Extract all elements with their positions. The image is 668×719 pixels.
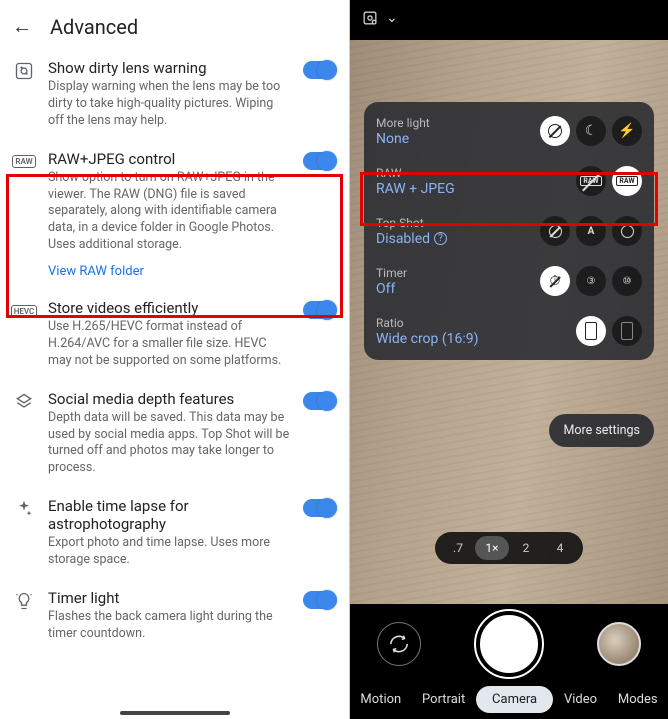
setting-timer-light[interactable]: Timer light Flashes the back camera ligh… bbox=[0, 579, 349, 653]
qp-value: None bbox=[376, 131, 430, 147]
camera-top-controls[interactable]: ⌄ bbox=[360, 8, 398, 28]
view-raw-folder-link[interactable]: View RAW folder bbox=[48, 264, 291, 279]
settings-gear-icon[interactable] bbox=[360, 8, 380, 28]
timer-light-icon bbox=[12, 589, 36, 613]
depth-icon bbox=[12, 390, 36, 414]
shutter-button[interactable] bbox=[476, 611, 542, 677]
qp-label: More light bbox=[376, 116, 430, 130]
qp-raw[interactable]: RAW RAW + JPEG RAW RAW bbox=[364, 156, 654, 206]
qp-value: Off bbox=[376, 281, 407, 297]
toggle-hevc[interactable] bbox=[303, 301, 337, 319]
qp-value: Wide crop (16:9) bbox=[376, 331, 479, 347]
setting-dirty-lens[interactable]: Show dirty lens warning Display warning … bbox=[0, 49, 349, 140]
raw-icon: RAW bbox=[12, 150, 36, 174]
zoom-0-7[interactable]: .7 bbox=[441, 536, 475, 560]
mode-modes[interactable]: Modes bbox=[608, 686, 668, 713]
raw-on-icon[interactable]: RAW bbox=[612, 166, 642, 196]
qp-label: Ratio bbox=[376, 316, 479, 330]
camera-pane: ⌄ More light None ☾ ⚡ RAW RAW + JPEG RAW… bbox=[350, 0, 668, 719]
qp-ratio[interactable]: Ratio Wide crop (16:9) bbox=[364, 306, 654, 356]
qp-timer[interactable]: Timer Off ⏱ ③ ⑩ bbox=[364, 256, 654, 306]
qp-label: Top Shot bbox=[376, 216, 447, 230]
mode-selector[interactable]: Motion Portrait Camera Video Modes bbox=[350, 686, 668, 713]
gesture-bar bbox=[120, 711, 230, 715]
qp-label: Timer bbox=[376, 266, 407, 280]
raw-off-icon[interactable]: RAW bbox=[576, 166, 606, 196]
setting-title: Social media depth features bbox=[48, 390, 291, 408]
toggle-dirty-lens[interactable] bbox=[303, 61, 337, 79]
night-sight-icon[interactable]: ☾ bbox=[576, 116, 606, 146]
toggle-raw-jpeg[interactable] bbox=[303, 152, 337, 170]
mode-video[interactable]: Video bbox=[554, 686, 607, 713]
timer-3s-icon[interactable]: ③ bbox=[576, 266, 606, 296]
toggle-astro[interactable] bbox=[303, 499, 337, 517]
setting-desc: Depth data will be saved. This data may … bbox=[48, 410, 291, 478]
back-arrow-icon[interactable]: ← bbox=[12, 14, 32, 39]
timer-off-icon[interactable]: ⏱ bbox=[540, 266, 570, 296]
sparkle-icon bbox=[12, 497, 36, 521]
setting-desc: Flashes the back camera light during the… bbox=[48, 609, 291, 643]
mode-portrait[interactable]: Portrait bbox=[412, 686, 475, 713]
ratio-wide-icon[interactable] bbox=[576, 316, 606, 346]
qp-value: RAW + JPEG bbox=[376, 181, 455, 197]
toggle-depth[interactable] bbox=[303, 392, 337, 410]
zoom-1x[interactable]: 1× bbox=[475, 536, 509, 560]
setting-desc: Display warning when the lens may be too… bbox=[48, 79, 291, 130]
setting-astro-timelapse[interactable]: Enable time lapse for astrophotography E… bbox=[0, 487, 349, 579]
page-title: Advanced bbox=[50, 15, 138, 39]
settings-pane: ← Advanced Show dirty lens warning Displ… bbox=[0, 0, 350, 719]
qp-top-shot[interactable]: Top Shot Disabled ? A bbox=[364, 206, 654, 256]
flash-icon[interactable]: ⚡ bbox=[612, 116, 642, 146]
settings-list: Show dirty lens warning Display warning … bbox=[0, 49, 349, 683]
mode-camera[interactable]: Camera bbox=[476, 686, 553, 713]
qp-label: RAW bbox=[376, 166, 455, 180]
setting-desc: Use H.265/HEVC format instead of H.264/A… bbox=[48, 319, 291, 370]
camera-controls bbox=[350, 611, 668, 677]
zoom-2x[interactable]: 2 bbox=[509, 536, 543, 560]
topshot-off-icon[interactable] bbox=[540, 216, 570, 246]
zoom-selector[interactable]: .7 1× 2 4 bbox=[435, 532, 583, 564]
setting-title: Store videos efficiently bbox=[48, 299, 291, 317]
dirty-lens-icon bbox=[12, 59, 36, 83]
settings-header: ← Advanced bbox=[0, 0, 349, 49]
qp-more-light[interactable]: More light None ☾ ⚡ bbox=[364, 106, 654, 156]
more-settings-button[interactable]: More settings bbox=[549, 414, 654, 447]
ratio-full-icon[interactable] bbox=[612, 316, 642, 346]
topshot-auto-icon[interactable]: A bbox=[576, 216, 606, 246]
zoom-4x[interactable]: 4 bbox=[543, 536, 577, 560]
setting-title: RAW+JPEG control bbox=[48, 150, 291, 168]
hevc-icon: HEVC bbox=[12, 299, 36, 323]
topshot-on-icon[interactable] bbox=[612, 216, 642, 246]
mode-motion[interactable]: Motion bbox=[350, 686, 411, 713]
none-icon[interactable] bbox=[540, 116, 570, 146]
setting-title: Show dirty lens warning bbox=[48, 59, 291, 77]
toggle-timer-light[interactable] bbox=[303, 591, 337, 609]
timer-10s-icon[interactable]: ⑩ bbox=[612, 266, 642, 296]
setting-hevc[interactable]: HEVC Store videos efficiently Use H.265/… bbox=[0, 289, 349, 380]
setting-raw-jpeg[interactable]: RAW RAW+JPEG control Show option to turn… bbox=[0, 140, 349, 289]
setting-depth[interactable]: Social media depth features Depth data w… bbox=[0, 380, 349, 488]
quick-settings-panel: More light None ☾ ⚡ RAW RAW + JPEG RAW R… bbox=[364, 102, 654, 360]
chevron-down-icon[interactable]: ⌄ bbox=[386, 10, 398, 26]
setting-desc: Export photo and time lapse. Uses more s… bbox=[48, 535, 291, 569]
switch-camera-button[interactable] bbox=[377, 622, 421, 666]
setting-title: Enable time lapse for astrophotography bbox=[48, 497, 291, 533]
setting-desc: Show option to turn on RAW+JPEG in the v… bbox=[48, 170, 291, 254]
qp-value: Disabled ? bbox=[376, 231, 447, 247]
setting-title: Timer light bbox=[48, 589, 291, 607]
gallery-thumbnail[interactable] bbox=[597, 622, 641, 666]
help-icon[interactable]: ? bbox=[434, 232, 447, 245]
